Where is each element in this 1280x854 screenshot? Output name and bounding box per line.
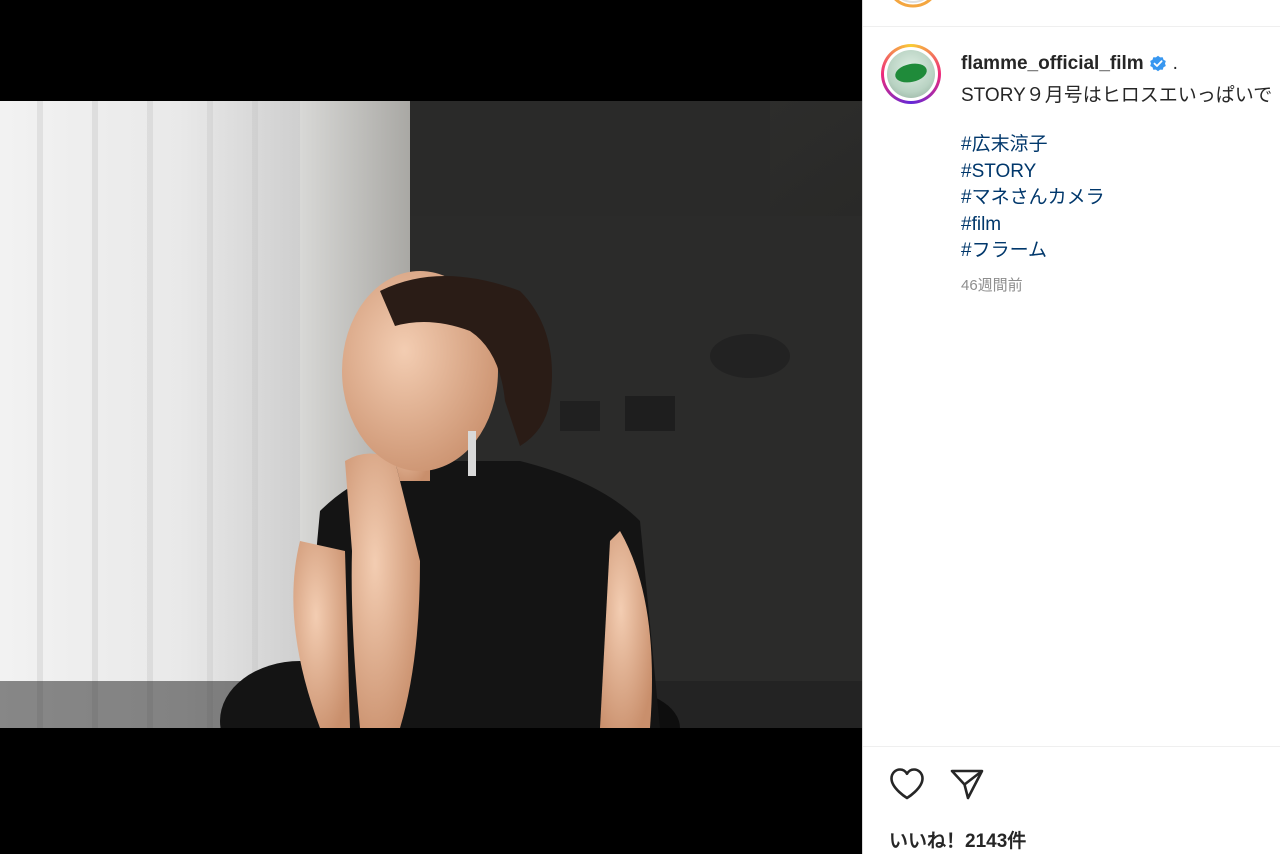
hashtag-link[interactable]: #film — [961, 212, 1280, 239]
paper-plane-icon — [950, 769, 984, 800]
caption-text: STORY９月号はヒロスエいっぱいで — [961, 85, 1273, 106]
previous-comment-avatar[interactable] — [885, 0, 941, 10]
username-line: flamme_official_film . — [961, 52, 1280, 76]
caption-separator: . — [1172, 53, 1178, 74]
avatar-ring-icon — [894, 0, 932, 8]
post-timestamp[interactable]: 46週間前 — [961, 274, 1280, 295]
likes-count[interactable]: いいね！2143件 — [889, 826, 1026, 853]
media-viewer — [0, 0, 862, 854]
post-sidebar: flamme_official_film . STORY９月号はヒロスエいっぱい… — [862, 0, 1280, 854]
avatar[interactable] — [881, 44, 941, 104]
hashtag-link[interactable]: #マネさんカメラ — [961, 185, 1280, 212]
avatar-border — [884, 47, 938, 101]
verified-badge-icon — [1149, 55, 1167, 73]
leaf-logo-icon — [893, 60, 929, 86]
divider — [863, 746, 1280, 747]
post-caption: flamme_official_film . STORY９月号はヒロスエいっぱい… — [961, 52, 1280, 295]
share-button[interactable] — [947, 764, 987, 804]
hashtag-link[interactable]: #広末涼子 — [961, 132, 1280, 159]
avatar-image — [887, 50, 935, 98]
heart-icon — [890, 768, 924, 800]
hashtag-link[interactable]: #フラーム — [961, 238, 1280, 265]
divider — [863, 26, 1280, 27]
action-bar — [887, 764, 987, 804]
post-photo — [0, 101, 862, 728]
hashtag-link[interactable]: #STORY — [961, 159, 1280, 186]
hashtag-list: #広末涼子 #STORY #マネさんカメラ #film #フラーム — [961, 132, 1280, 265]
like-button[interactable] — [887, 764, 927, 804]
username-link[interactable]: flamme_official_film — [961, 53, 1144, 75]
